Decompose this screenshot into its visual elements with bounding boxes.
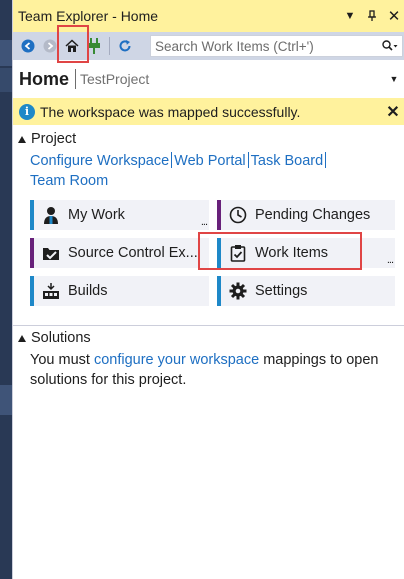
dock-tab[interactable] [0, 68, 12, 92]
tile-builds[interactable]: Builds [30, 276, 209, 306]
dock-tab[interactable] [0, 385, 12, 415]
tile-label: Pending Changes [255, 207, 371, 223]
tile-label: My Work [68, 207, 125, 223]
person-icon [34, 206, 68, 224]
search-input[interactable]: Search Work Items (Ctrl+') [151, 39, 378, 54]
info-icon: i [19, 103, 35, 120]
page-title: Home [19, 68, 70, 89]
connect-icon[interactable] [83, 35, 105, 57]
tile-label: Source Control Ex... [68, 245, 198, 261]
toolbar: Search Work Items (Ctrl+') [13, 32, 404, 60]
web-portal-link[interactable]: Web Portal [174, 151, 245, 171]
link-separator [171, 152, 173, 168]
tile-pending-changes[interactable]: Pending Changes [217, 200, 395, 230]
page-header: Home TestProject ▼ [13, 62, 404, 96]
solutions-section-header[interactable]: Solutions [18, 330, 91, 346]
tile-my-work[interactable]: My Work ... [30, 200, 209, 230]
search-box[interactable]: Search Work Items (Ctrl+') [150, 35, 403, 57]
forward-icon[interactable] [39, 35, 61, 57]
tile-label: Work Items [255, 245, 329, 261]
gear-icon [221, 282, 255, 300]
solutions-message: You must configure your workspace mappin… [30, 350, 400, 390]
tile-settings[interactable]: Settings [217, 276, 395, 306]
window-title: Team Explorer - Home [18, 8, 159, 24]
tile-source-control-explorer[interactable]: Source Control Ex... [30, 238, 209, 268]
project-section-header[interactable]: Project [18, 131, 76, 147]
home-icon[interactable] [61, 35, 83, 57]
build-icon [34, 283, 68, 299]
configure-workspace-link[interactable]: Configure Workspace [30, 151, 169, 171]
link-separator [325, 152, 327, 168]
clock-icon [221, 206, 255, 224]
close-icon[interactable]: ✕ [383, 5, 404, 27]
dropdown-arrow-icon[interactable]: ▼ [339, 5, 361, 27]
solutions-text-before: You must [30, 352, 94, 368]
collapse-triangle-icon[interactable] [18, 135, 26, 143]
toolbar-separator [109, 37, 110, 55]
project-links: Configure Workspace Web Portal Task Board … [30, 151, 370, 191]
task-board-link[interactable]: Task Board [251, 151, 324, 171]
title-bar: Team Explorer - Home ▼ ✕ [13, 0, 404, 32]
project-section-title: Project [31, 131, 77, 147]
folder-check-icon [34, 245, 68, 261]
search-icon[interactable] [378, 40, 402, 52]
tile-label: Builds [68, 283, 108, 299]
pin-icon[interactable] [361, 5, 383, 27]
tile-label: Settings [255, 283, 308, 299]
back-icon[interactable] [17, 35, 39, 57]
notification-message: The workspace was mapped successfully. [40, 103, 301, 120]
notification-banner: i The workspace was mapped successfully.… [13, 98, 404, 125]
dock-tab[interactable] [0, 40, 12, 66]
collapse-triangle-icon[interactable] [18, 334, 26, 342]
project-name[interactable]: TestProject [80, 71, 383, 87]
header-separator [75, 69, 77, 89]
left-dock-strip [0, 0, 12, 579]
more-options-icon[interactable]: ... [201, 216, 208, 228]
tile-work-items[interactable]: Work Items ... [217, 238, 395, 268]
solutions-section-title: Solutions [31, 330, 91, 346]
refresh-icon[interactable] [114, 35, 136, 57]
team-explorer-panel: Team Explorer - Home ▼ ✕ Search Work Ite… [12, 0, 404, 579]
clipboard-check-icon [221, 244, 255, 262]
team-room-link[interactable]: Team Room [30, 171, 108, 191]
dismiss-notification-icon[interactable]: ✕ [381, 102, 404, 122]
section-divider [13, 325, 404, 326]
configure-workspace-inline-link[interactable]: configure your workspace [94, 352, 259, 368]
more-options-icon[interactable]: ... [387, 254, 394, 266]
page-dropdown-icon[interactable]: ▼ [383, 74, 404, 84]
link-separator [247, 152, 249, 168]
